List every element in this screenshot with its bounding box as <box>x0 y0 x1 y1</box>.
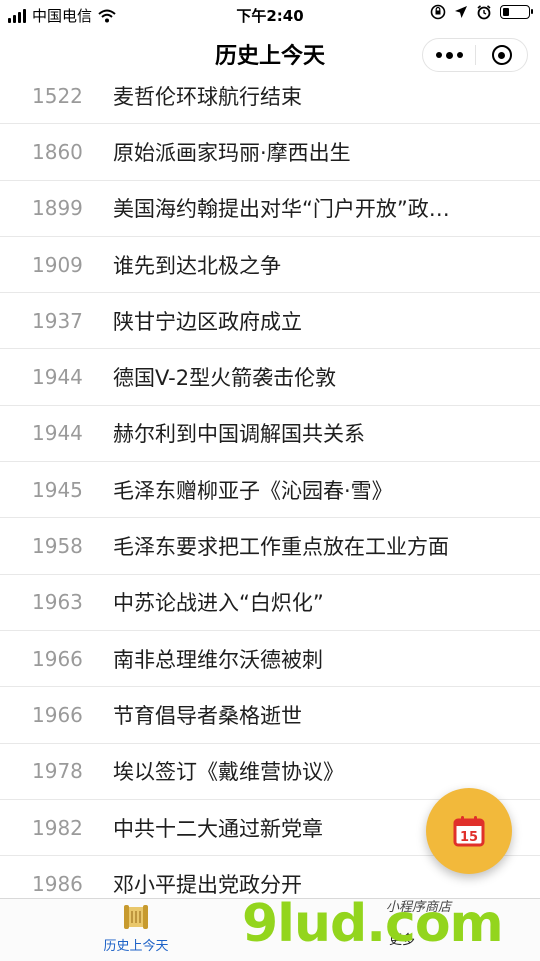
calendar-icon: 15 <box>453 816 485 847</box>
event-year: 1982 <box>32 815 83 840</box>
event-title: 麦哲伦环球航行结束 <box>113 84 302 109</box>
event-title: 陕甘宁边区政府成立 <box>113 309 302 334</box>
event-title: 毛泽东要求把工作重点放在工业方面 <box>113 535 449 560</box>
event-year: 1963 <box>32 590 83 615</box>
event-title: 美国海约翰提出对华“门户开放”政… <box>113 197 450 222</box>
mini-program-capsule <box>422 38 528 72</box>
event-title: 谁先到达北极之争 <box>113 253 281 278</box>
event-title: 原始派画家玛丽·摩西出生 <box>113 140 351 165</box>
battery-icon <box>500 5 533 19</box>
event-title: 中苏论战进入“白炽化” <box>113 591 324 616</box>
event-title: 赫尔利到中国调解国共关系 <box>113 422 365 447</box>
event-title: 中共十二大通过新党章 <box>113 816 323 841</box>
list-item[interactable]: 1909 谁先到达北极之争 <box>0 237 540 294</box>
event-title: 德国V-2型火箭袭击伦敦 <box>113 366 337 391</box>
status-bar: 中国电信 下午2:40 <box>0 0 540 30</box>
history-scroll-icon <box>124 905 148 929</box>
event-year: 1899 <box>32 196 83 221</box>
event-year: 1860 <box>32 139 83 164</box>
close-mini-program-button[interactable] <box>476 39 527 71</box>
list-item[interactable]: 1958 毛泽东要求把工作重点放在工业方面 <box>0 518 540 575</box>
calendar-date-number: 15 <box>460 830 478 845</box>
list-item[interactable]: 1966 节育倡导者桑格逝世 <box>0 687 540 744</box>
watermark-logo: 9lud.com <box>242 894 504 954</box>
list-item[interactable]: 1945 毛泽东赠柳亚子《沁园春·雪》 <box>0 462 540 519</box>
event-year: 1978 <box>32 759 83 784</box>
event-year: 1966 <box>32 702 83 727</box>
event-year: 1937 <box>32 308 83 333</box>
watermark-caption: 小程序商店 <box>386 900 452 915</box>
status-right <box>430 4 533 20</box>
tab-history-today[interactable]: 历史上今天 <box>96 899 176 961</box>
event-list: 1522 麦哲伦环球航行结束 1860 原始派画家玛丽·摩西出生 1899 美国海约翰… <box>0 68 540 913</box>
alarm-icon <box>477 5 491 20</box>
list-item[interactable]: 1944 德国V-2型火箭袭击伦敦 <box>0 349 540 406</box>
orientation-lock-icon <box>430 4 446 20</box>
list-item[interactable]: 1966 南非总理维尔沃德被刺 <box>0 631 540 688</box>
event-year: 1966 <box>32 646 83 671</box>
event-year: 1986 <box>32 871 83 896</box>
target-icon <box>491 45 512 65</box>
event-year: 1958 <box>32 534 83 559</box>
event-title: 节育倡导者桑格逝世 <box>113 703 302 728</box>
watermark: 9lud.com 小程序商店 <box>242 888 512 960</box>
event-year: 1909 <box>32 252 83 277</box>
event-year: 1944 <box>32 365 83 390</box>
event-year: 1522 <box>32 83 83 108</box>
list-item[interactable]: 1944 赫尔利到中国调解国共关系 <box>0 406 540 463</box>
event-title: 南非总理维尔沃德被刺 <box>113 647 323 672</box>
event-year: 1945 <box>32 477 83 502</box>
event-year: 1944 <box>32 421 83 446</box>
tab-history-label: 历史上今天 <box>103 939 169 954</box>
location-icon <box>455 6 467 18</box>
calendar-date-button[interactable]: 15 <box>426 788 512 874</box>
list-item[interactable]: 1899 美国海约翰提出对华“门户开放”政… <box>0 181 540 237</box>
event-title: 毛泽东赠柳亚子《沁园春·雪》 <box>113 478 393 503</box>
more-options-button[interactable] <box>423 39 475 71</box>
event-title: 埃以签订《戴维营协议》 <box>113 760 344 785</box>
list-item[interactable]: 1522 麦哲伦环球航行结束 <box>0 68 540 125</box>
list-item[interactable]: 1963 中苏论战进入“白炽化” <box>0 575 540 631</box>
list-item[interactable]: 1860 原始派画家玛丽·摩西出生 <box>0 124 540 181</box>
list-item[interactable]: 1937 陕甘宁边区政府成立 <box>0 293 540 350</box>
